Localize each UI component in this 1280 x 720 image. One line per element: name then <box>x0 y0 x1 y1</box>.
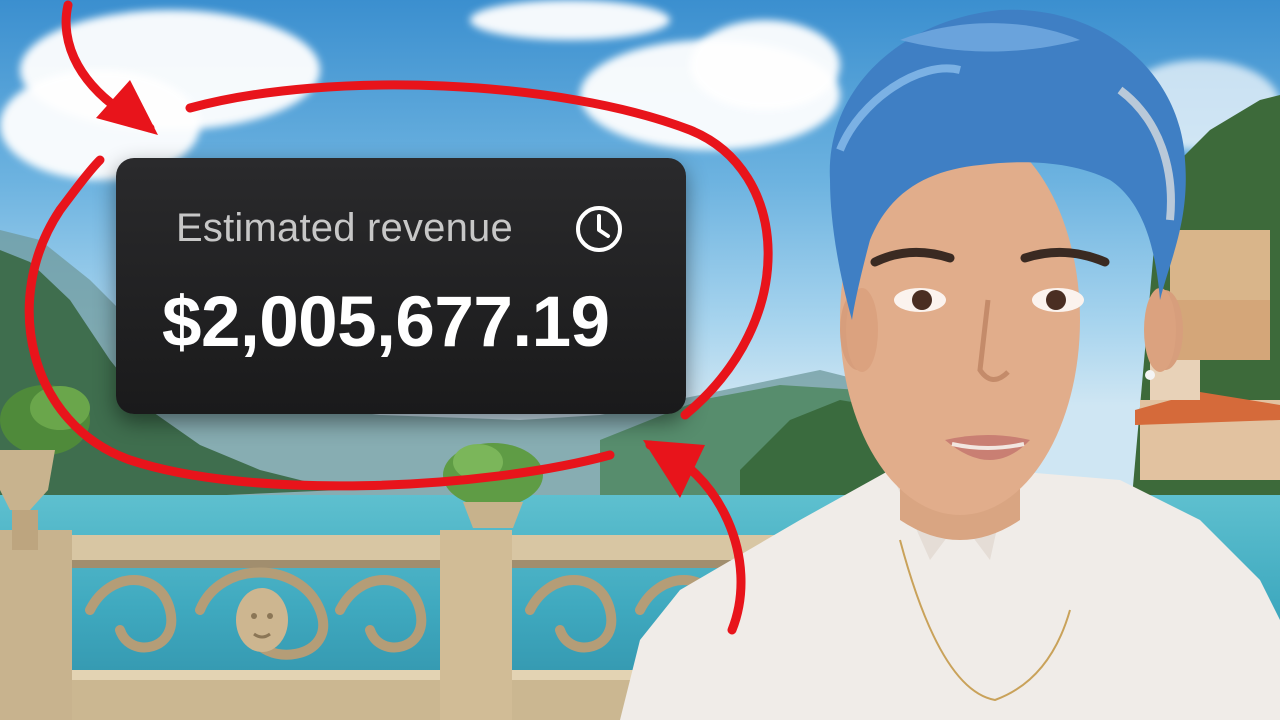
presenter-person <box>620 9 1280 720</box>
potted-plant <box>443 443 543 528</box>
thumbnail-scene: Estimated revenue $2,005,677.19 <box>0 0 1280 720</box>
stone-urn-plant <box>0 385 90 550</box>
revenue-card-title: Estimated revenue <box>176 206 513 250</box>
revenue-card: Estimated revenue $2,005,677.19 <box>116 158 686 414</box>
revenue-amount: $2,005,677.19 <box>162 283 610 362</box>
clock-icon <box>576 206 622 252</box>
